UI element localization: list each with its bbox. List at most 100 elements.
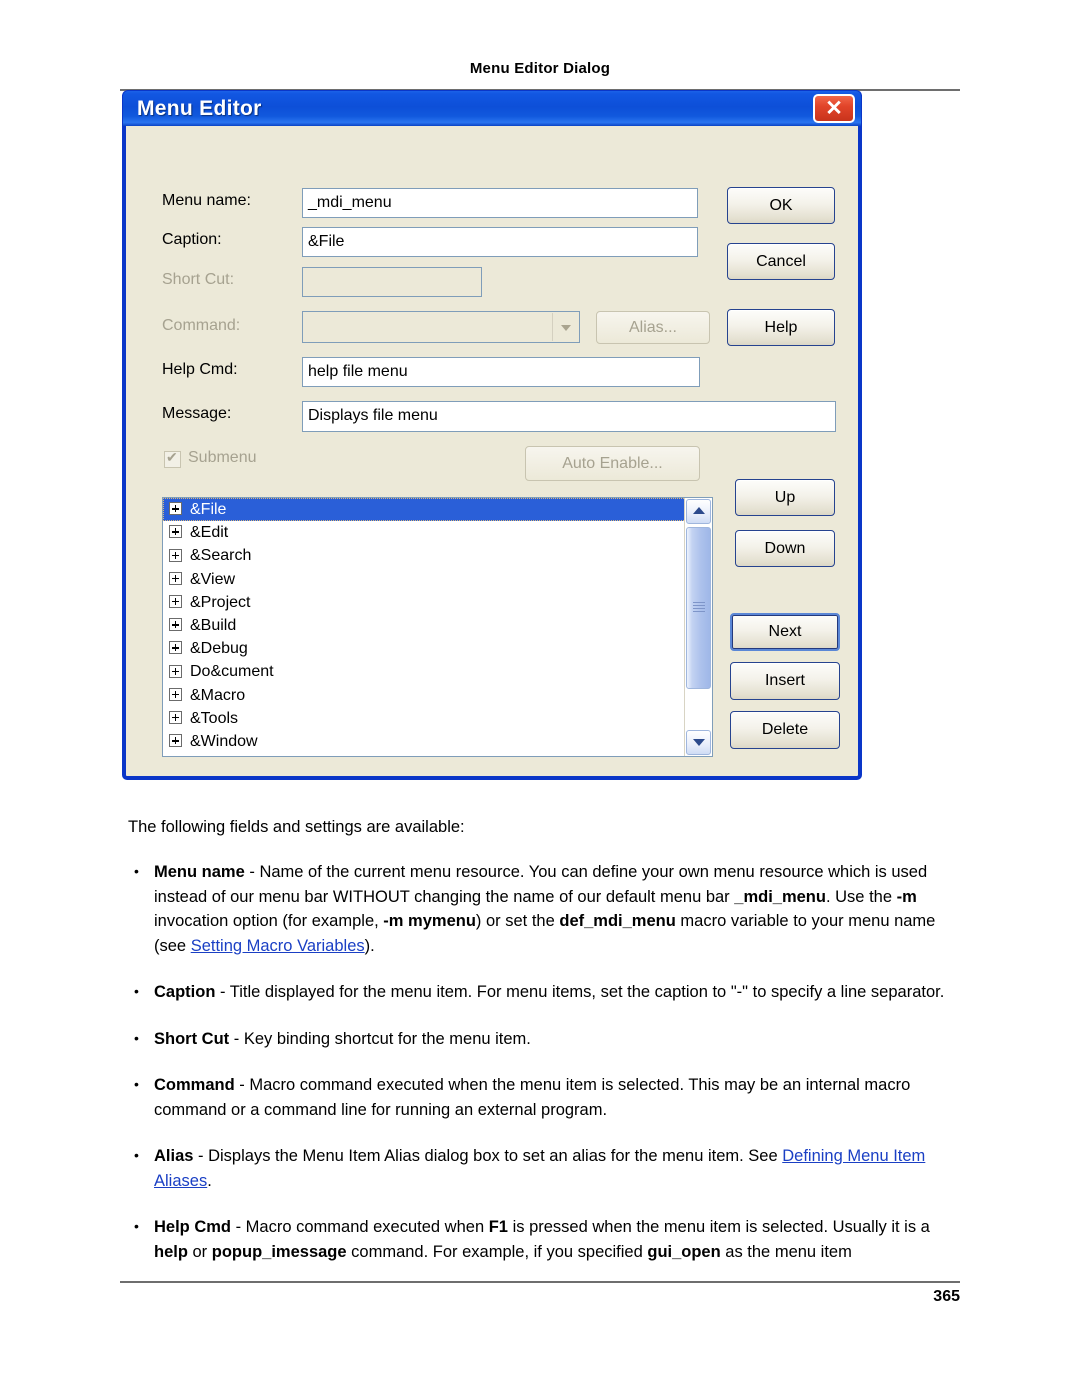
tree-item[interactable]: &Search — [163, 544, 712, 567]
dialog-titlebar: Menu Editor ✕ — [122, 90, 862, 126]
tree-item[interactable]: &View — [163, 568, 712, 591]
dialog-title: Menu Editor — [137, 97, 262, 120]
bullet-term: Command — [154, 1076, 235, 1094]
tree-item[interactable]: &Tools — [163, 707, 712, 730]
tree-item[interactable]: &Edit — [163, 521, 712, 544]
expand-plus-icon[interactable] — [169, 710, 182, 724]
tree-item-label: &Project — [190, 593, 251, 611]
text-run: . — [207, 1171, 212, 1190]
up-button[interactable]: Up — [735, 479, 835, 516]
cancel-button[interactable]: Cancel — [727, 243, 835, 280]
bullet-body: - Macro command executed when F1 is pres… — [154, 1218, 930, 1261]
tree-item[interactable]: &Window — [163, 730, 712, 753]
help-cmd-input[interactable]: help file menu — [302, 357, 700, 387]
emphasis: gui_open — [647, 1242, 721, 1261]
down-button[interactable]: Down — [735, 530, 835, 567]
text-run: command. For example, if you specified — [346, 1242, 648, 1261]
emphasis: popup_imessage — [211, 1242, 347, 1261]
menu-name-label: Menu name: — [162, 192, 251, 209]
expand-plus-icon[interactable] — [169, 571, 182, 585]
cancel-button-label: Cancel — [756, 253, 806, 270]
bullet-term: Short Cut — [154, 1029, 230, 1048]
auto-enable-button-label: Auto Enable... — [562, 455, 663, 472]
emphasis: -m mymenu — [383, 912, 476, 930]
chevron-up-icon[interactable] — [686, 499, 711, 524]
text-run: - Title displayed for the menu item. For… — [215, 983, 945, 1001]
menu-editor-dialog: Menu Editor ✕ Menu name: Caption: Short … — [122, 90, 862, 780]
tree-item[interactable]: &Project — [163, 591, 712, 614]
tree-item[interactable]: &Macro — [163, 684, 712, 707]
expand-plus-icon[interactable] — [169, 502, 182, 516]
tree-item-label: &Search — [190, 547, 252, 565]
delete-button[interactable]: Delete — [730, 711, 840, 749]
bullet-body: - Title displayed for the menu item. For… — [215, 983, 944, 1001]
bullet-term: Help Cmd — [154, 1218, 232, 1236]
expand-plus-icon[interactable] — [169, 595, 182, 609]
doc-link[interactable]: Setting Macro Variables — [191, 937, 365, 955]
scrollbar-grip — [693, 602, 705, 614]
short-cut-label: Short Cut: — [162, 271, 235, 288]
help-button-label: Help — [764, 319, 798, 336]
delete-button-label: Delete — [761, 721, 809, 738]
chevron-down-icon[interactable] — [686, 730, 711, 755]
text-run: ) or set the — [475, 912, 560, 930]
alias-button-label: Alias... — [628, 319, 677, 336]
auto-enable-button[interactable]: Auto Enable... — [525, 446, 700, 481]
tree-item[interactable]: &Debug — [163, 637, 712, 660]
bullet-body: - Key binding shortcut for the menu item… — [229, 1030, 531, 1048]
expand-plus-icon[interactable] — [169, 525, 182, 539]
expand-plus-icon[interactable] — [169, 548, 182, 562]
expand-plus-icon[interactable] — [169, 618, 182, 632]
list-item: Caption - Title displayed for the menu i… — [128, 979, 968, 1005]
page-header-title: Menu Editor Dialog — [469, 60, 611, 77]
close-button[interactable]: ✕ — [813, 94, 855, 123]
text-run: . Use the — [825, 887, 897, 906]
expand-plus-icon[interactable] — [169, 641, 182, 655]
scrollbar-thumb[interactable] — [686, 527, 711, 689]
next-button[interactable]: Next — [730, 613, 840, 651]
next-button-label: Next — [768, 623, 802, 640]
text-run: is pressed when the menu item is selecte… — [507, 1218, 930, 1236]
emphasis: F1 — [488, 1218, 508, 1236]
tree-item[interactable]: &File — [163, 498, 712, 522]
close-icon: ✕ — [825, 97, 843, 120]
tree-scrollbar[interactable] — [684, 498, 712, 756]
message-input[interactable]: Displays file menu — [302, 401, 836, 432]
field-description-list: Menu name - Name of the current menu res… — [128, 859, 968, 1286]
insert-button[interactable]: Insert — [730, 662, 840, 700]
up-button-label: Up — [774, 489, 796, 506]
page-header: Menu Editor Dialog — [120, 60, 960, 77]
expand-plus-icon[interactable] — [169, 664, 182, 678]
text-run: - Macro command executed when the menu i… — [154, 1076, 911, 1119]
tree-item[interactable]: Do&cument — [163, 660, 712, 683]
menu-name-input[interactable]: _mdi_menu — [302, 188, 698, 218]
down-button-label: Down — [764, 540, 806, 557]
list-item: Alias - Displays the Menu Item Alias dia… — [128, 1143, 968, 1193]
tree-item[interactable]: &Build — [163, 614, 712, 637]
tree-item-label: &Build — [190, 616, 237, 634]
tree-item-label: &Debug — [190, 640, 248, 658]
intro-text: The following fields and settings are av… — [128, 818, 465, 836]
caption-input[interactable]: &File — [302, 227, 698, 257]
bullet-body: - Name of the current menu resource. You… — [154, 863, 935, 955]
intro-paragraph: The following fields and settings are av… — [128, 815, 964, 840]
expand-plus-icon[interactable] — [169, 734, 182, 748]
text-run: invocation option (for example, — [154, 912, 384, 930]
text-run: - Displays the Menu Item Alias dialog bo… — [193, 1147, 783, 1165]
menu-tree[interactable]: &File &Edit &Search &View &Project &Buil… — [162, 497, 713, 757]
insert-button-label: Insert — [764, 672, 805, 689]
short-cut-input[interactable] — [302, 267, 482, 297]
message-label: Message: — [162, 405, 232, 422]
bullet-term: Menu name — [154, 863, 245, 881]
text-run: or — [187, 1242, 212, 1261]
ok-button[interactable]: OK — [727, 187, 835, 224]
submenu-checkbox[interactable] — [164, 449, 181, 468]
text-run: as the menu item — [720, 1242, 852, 1261]
tree-item-label: Do&cument — [190, 663, 274, 681]
alias-button[interactable]: Alias... — [596, 311, 710, 344]
chevron-down-icon[interactable] — [552, 313, 578, 341]
bullet-body: - Macro command executed when the menu i… — [154, 1076, 910, 1119]
help-button[interactable]: Help — [727, 309, 835, 346]
command-combobox[interactable] — [302, 311, 580, 343]
expand-plus-icon[interactable] — [169, 687, 182, 701]
